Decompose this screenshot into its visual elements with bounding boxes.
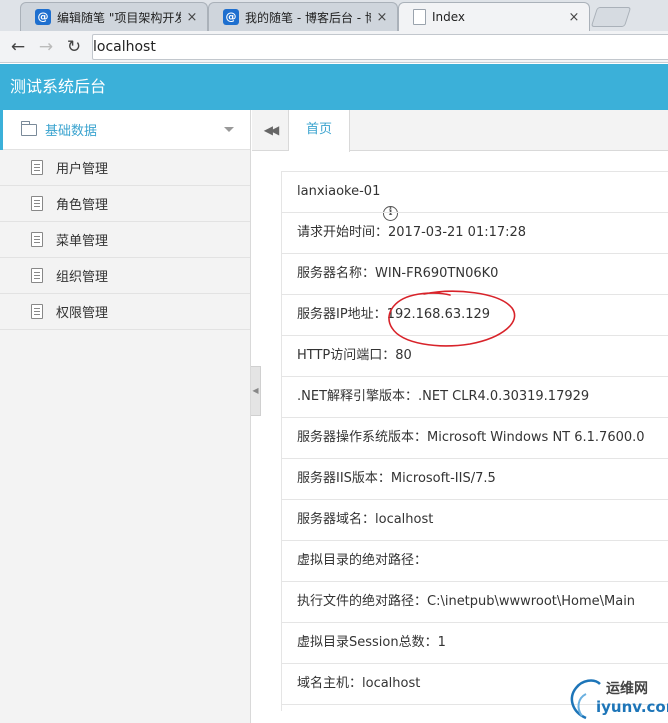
close-icon[interactable]: × <box>567 10 581 25</box>
browser-tab-title: Index <box>432 10 466 24</box>
app-header: 测试系统后台 <box>0 64 668 110</box>
browser-tab-title: 编辑随笔 "项目架构开发 <box>57 10 181 25</box>
active-indicator <box>0 110 3 150</box>
info-row-domain: 服务器域名：localhost <box>282 500 668 541</box>
chevron-down-icon[interactable] <box>224 127 234 132</box>
info-row-dotnet-version: .NET解释引擎版本：.NET CLR4.0.30319.17929 <box>282 377 668 418</box>
watermark-logo: 运维网 iyunv.com <box>566 672 668 722</box>
sidebar-item-label: 用户管理 <box>56 162 109 177</box>
info-row-name: lanxiaoke-01 <box>282 172 668 213</box>
info-row-server-name: 服务器名称：WIN-FR690TN06K0 <box>282 254 668 295</box>
info-row-http-port: HTTP访问端口：80 <box>282 336 668 377</box>
sidebar-item-permission-management[interactable]: 权限管理 <box>0 294 250 330</box>
sidebar-item-label: 角色管理 <box>56 198 109 213</box>
browser-tab-title: 我的随笔 - 博客后台 - 博 <box>245 10 371 25</box>
browser-tab-3[interactable]: Index × <box>398 2 590 31</box>
blog-favicon-icon: @ <box>223 9 239 25</box>
document-icon <box>31 196 43 211</box>
document-icon <box>31 304 43 319</box>
info-row-exec-path: 执行文件的绝对路径：C:\inetpub\wwwroot\Home\Main <box>282 582 668 623</box>
browser-tab-2[interactable]: @ 我的随笔 - 博客后台 - 博 × <box>208 2 398 31</box>
document-icon <box>31 268 43 283</box>
sidebar-item-label: 权限管理 <box>56 306 109 321</box>
sidebar-item-menu-management[interactable]: 菜单管理 <box>0 222 250 258</box>
info-row-os-version: 服务器操作系统版本：Microsoft Windows NT 6.1.7600.… <box>282 418 668 459</box>
close-icon[interactable]: × <box>375 10 389 25</box>
page-icon <box>413 9 426 25</box>
app-title: 测试系统后台 <box>10 77 107 96</box>
info-row-virtual-path: 虚拟目录的绝对路径： <box>282 541 668 582</box>
address-bar[interactable]: i localhost <box>92 34 668 221</box>
sidebar-group-label: 基础数据 <box>45 124 98 139</box>
sidebar-item-user-management[interactable]: 用户管理 <box>0 150 250 186</box>
browser-toolbar: ← → ↻ i localhost <box>0 31 668 221</box>
folder-icon <box>21 120 37 136</box>
close-icon[interactable]: × <box>185 10 199 25</box>
watermark-cn: 运维网 <box>606 681 648 697</box>
scroll-left-icon[interactable]: ◀◀ <box>252 110 289 151</box>
info-row-request-time: 请求开始时间：2017-03-21 01:17:28 <box>282 213 668 254</box>
tab-home[interactable]: 首页 <box>289 110 350 152</box>
content-tab-bar: ◀◀ 首页 <box>252 110 668 152</box>
new-tab-button[interactable] <box>590 7 632 27</box>
sidebar-item-label: 组织管理 <box>56 270 109 285</box>
forward-arrow-icon[interactable]: → <box>36 37 56 57</box>
sidebar: 基础数据 用户管理 角色管理 菜单管理 组织管理 权限管理 <box>0 110 251 723</box>
sidebar-item-role-management[interactable]: 角色管理 <box>0 186 250 222</box>
url-text: localhost <box>93 39 156 55</box>
reload-icon[interactable]: ↻ <box>64 37 84 57</box>
browser-tab-1[interactable]: @ 编辑随笔 "项目架构开发 × <box>20 2 208 31</box>
info-row-iis-version: 服务器IIS版本：Microsoft-IIS/7.5 <box>282 459 668 500</box>
sidebar-item-label: 菜单管理 <box>56 234 109 249</box>
info-row-server-ip: 服务器IP地址：192.168.63.129 <box>282 295 668 336</box>
browser-tab-strip: @ 编辑随笔 "项目架构开发 × @ 我的随笔 - 博客后台 - 博 × Ind… <box>0 0 668 31</box>
back-arrow-icon[interactable]: ← <box>8 37 28 57</box>
blog-favicon-icon: @ <box>35 9 51 25</box>
document-icon <box>31 232 43 247</box>
watermark-en: iyunv.com <box>596 698 668 716</box>
sidebar-item-org-management[interactable]: 组织管理 <box>0 258 250 294</box>
sidebar-group-basic-data[interactable]: 基础数据 <box>0 110 250 150</box>
document-icon <box>31 160 43 175</box>
sidebar-collapse-handle[interactable]: ◀ <box>251 366 261 416</box>
server-info-list: lanxiaoke-01 请求开始时间：2017-03-21 01:17:28 … <box>281 171 668 711</box>
info-row-session-count: 虚拟目录Session总数：1 <box>282 623 668 664</box>
